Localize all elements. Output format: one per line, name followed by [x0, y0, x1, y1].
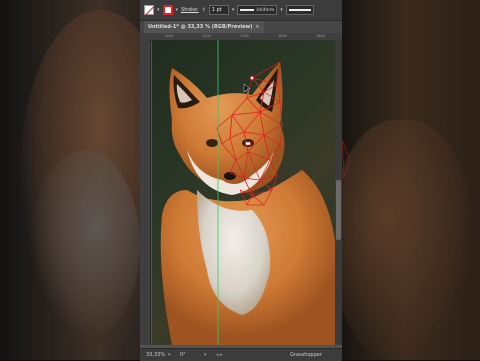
app-window: ▾ ▾ Stroke: ⇕ 1 pt ▾ Uniform ▾ Untitled-… [140, 0, 342, 361]
zoom-level[interactable]: 33,33% [146, 349, 165, 361]
status-bar: 33,33% ▾ 0° ▾ ◂ ▸ Grasshopper [140, 348, 342, 361]
ruler-tick-label: 1200 [202, 34, 211, 38]
ruler-tick-label: 1600 [278, 34, 287, 38]
chevron-down-icon[interactable]: ▾ [176, 7, 179, 13]
brush-line-icon [288, 9, 311, 11]
scrollbar-thumb[interactable] [336, 180, 341, 240]
document-tab[interactable]: Untitled-1* @ 33,33 % (RGB/Preview) × [144, 21, 264, 33]
rotation-value[interactable]: 0° [180, 349, 186, 361]
document-tab-bar: Untitled-1* @ 33,33 % (RGB/Preview) × [140, 21, 342, 33]
fox-photo [160, 40, 335, 345]
stepper-icon[interactable]: ⇕ [202, 7, 206, 13]
chevron-down-icon[interactable]: ▾ [280, 7, 283, 13]
stroke-line-icon [240, 9, 255, 11]
ruler-tick-label: 1800 [316, 34, 325, 38]
vertical-scrollbar[interactable] [335, 40, 342, 345]
artboard-nav-icon[interactable]: ◂ ▸ [216, 349, 223, 361]
stroke-swatch[interactable] [162, 5, 173, 15]
stroke-label: Stroke: [181, 7, 199, 13]
chevron-down-icon[interactable]: ▾ [168, 349, 171, 361]
chevron-down-icon[interactable]: ▾ [232, 7, 235, 13]
stroke-style-preview[interactable]: Uniform [237, 5, 278, 15]
blurred-background-right [342, 0, 480, 360]
ruler-tick-label: 1400 [240, 34, 249, 38]
blurred-fox-chest [30, 150, 140, 340]
blurred-background-left [0, 0, 140, 360]
stroke-weight-field[interactable]: 1 pt [208, 5, 229, 15]
options-bar: ▾ ▾ Stroke: ⇕ 1 pt ▾ Uniform ▾ [140, 0, 342, 21]
artboard-canvas[interactable] [152, 40, 335, 345]
close-icon[interactable]: × [255, 24, 259, 30]
chevron-down-icon[interactable]: ▾ [204, 349, 207, 361]
blurred-mesh-reflection [342, 139, 351, 179]
current-tool-label: Grasshopper [290, 352, 322, 358]
brush-definition-preview[interactable] [285, 5, 314, 15]
vertical-ruler[interactable] [140, 33, 151, 345]
pointer-cursor-icon [243, 83, 251, 95]
ruler-tick-label: 1000 [164, 34, 173, 38]
fill-swatch[interactable] [144, 5, 154, 15]
chevron-down-icon[interactable]: ▾ [157, 7, 160, 13]
document-title: Untitled-1* @ 33,33 % (RGB/Preview) [148, 24, 253, 30]
stroke-style-label: Uniform [256, 7, 275, 13]
